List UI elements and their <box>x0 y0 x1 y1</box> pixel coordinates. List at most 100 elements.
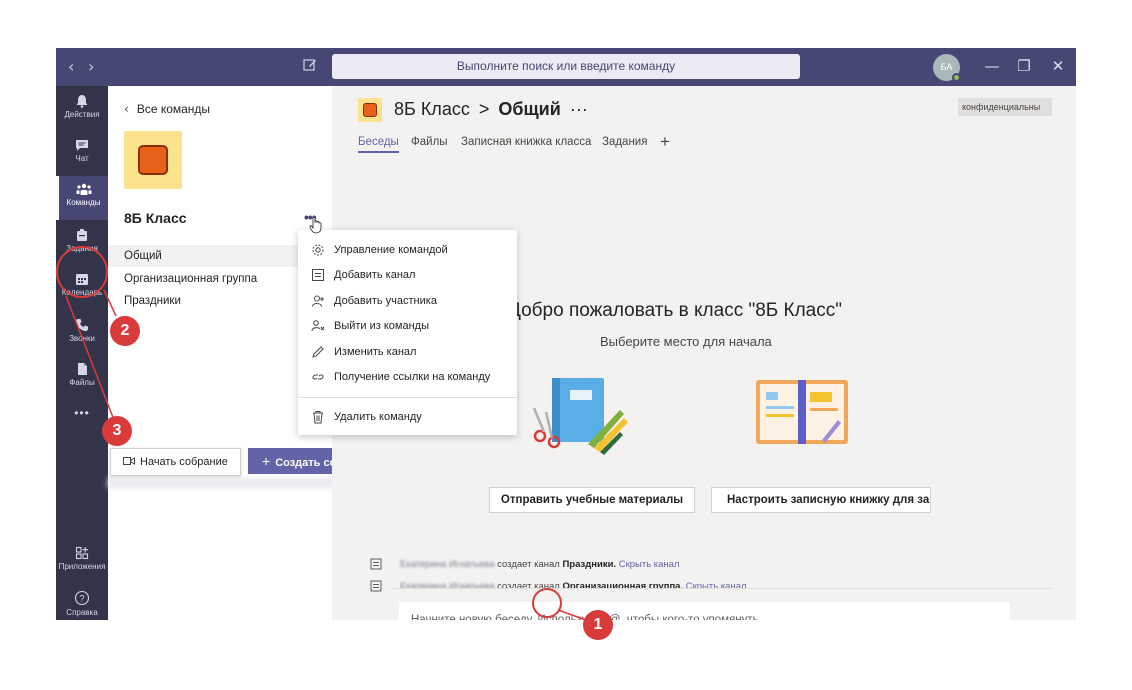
menu-item-label: Добавить канал <box>334 269 416 281</box>
feed-divider <box>392 588 1052 589</box>
menu-divider <box>298 397 517 398</box>
title-bar: ‹ › Выполните поиск или введите команду … <box>56 48 1076 86</box>
feed-channel: Праздники. <box>562 559 617 570</box>
rail-label: Приложения <box>58 562 106 571</box>
breadcrumb-team[interactable]: 8Б Класс <box>394 99 470 119</box>
annotation-marker-3: 3 <box>102 416 132 446</box>
start-meeting-button[interactable]: Начать собрание <box>110 448 241 476</box>
link-icon <box>312 374 324 380</box>
menu-item-label: Удалить команду <box>334 411 422 423</box>
channel-icon <box>312 269 324 281</box>
rail-item-chat[interactable]: Чат <box>56 132 108 176</box>
teams-window: ‹ › Выполните поиск или введите команду … <box>56 48 1076 620</box>
confidential-badge: конфиденциальны <box>958 98 1052 116</box>
phone-icon <box>76 319 88 331</box>
welcome-subtitle: Выберите место для начала <box>600 334 772 349</box>
rail-label: Действия <box>64 110 100 119</box>
rail-label: Файлы <box>69 378 95 387</box>
channel-created-icon <box>370 580 382 592</box>
plus-icon: + <box>262 453 271 469</box>
hide-channel-link[interactable]: Скрыть канал <box>619 559 680 570</box>
maximize-button[interactable]: ❐ <box>1014 56 1034 76</box>
upload-materials-button[interactable]: Отправить учебные материалы <box>489 487 695 513</box>
highlight-ring-meet-now <box>532 588 562 618</box>
team-options-menu: Управление командой Добавить канал Добав… <box>298 230 517 435</box>
menu-get-link[interactable]: Получение ссылки на команду <box>298 365 517 389</box>
rail-label: Справка <box>66 608 98 617</box>
trash-icon <box>313 411 323 424</box>
start-meeting-label: Начать собрание <box>140 456 228 468</box>
channel-breadcrumb: 8Б Класс > Общий ··· <box>394 99 588 120</box>
menu-delete-team[interactable]: Удалить команду <box>298 405 517 429</box>
rail-label: Команды <box>66 198 101 207</box>
menu-add-channel[interactable]: Добавить канал <box>298 263 517 287</box>
all-teams-label: Все команды <box>136 102 211 116</box>
app-rail: Действия Чат Команды Задания Календарь З… <box>56 86 108 620</box>
annotation-marker-1: 1 <box>583 610 613 640</box>
rail-item-apps[interactable]: Приложения <box>56 540 108 584</box>
help-icon: ? <box>74 590 90 606</box>
rail-item-teams[interactable]: Команды <box>56 176 108 220</box>
pencil-icon <box>312 346 324 358</box>
all-teams-link[interactable]: ‹ Все команды <box>124 102 210 116</box>
breadcrumb-channel: Общий <box>498 99 561 119</box>
add-tab-button[interactable]: + <box>660 132 670 152</box>
forward-nav-button[interactable]: › <box>88 57 94 76</box>
rail-label: Звонки <box>69 334 95 343</box>
search-input[interactable]: Выполните поиск или введите команду <box>332 54 800 79</box>
add-person-icon <box>312 295 324 307</box>
rail-label: Чат <box>75 154 89 163</box>
welcome-title: Добро пожаловать в класс "8Б Класс" <box>508 300 842 321</box>
video-camera-icon <box>123 457 135 465</box>
rail-item-files[interactable]: Файлы <box>56 356 108 400</box>
breadcrumb-separator: > <box>478 99 490 119</box>
chevron-left-icon: ‹ <box>124 102 129 116</box>
avatar-initials: БА <box>940 62 953 72</box>
chat-icon <box>76 140 88 151</box>
rail-item-calls[interactable]: Звонки <box>56 312 108 356</box>
bell-icon <box>76 95 88 108</box>
gear-icon <box>312 244 324 256</box>
tab-assignments[interactable]: Задания <box>602 136 647 148</box>
teams-icon <box>76 183 91 195</box>
menu-item-label: Изменить канал <box>334 346 417 358</box>
rail-more-button[interactable]: ••• <box>56 406 108 430</box>
assignments-icon <box>77 229 87 241</box>
feed-author: Екатерина Игнатьева <box>400 559 495 570</box>
svg-text:?: ? <box>79 594 84 604</box>
rail-item-activity[interactable]: Действия <box>56 88 108 132</box>
channel-created-icon <box>370 558 382 570</box>
feed-item: Екатерина Игнатьева создает канал Праздн… <box>400 559 680 570</box>
minimize-button[interactable]: — <box>982 56 1002 76</box>
user-avatar[interactable]: БА <box>933 54 961 82</box>
tab-files[interactable]: Файлы <box>411 136 448 148</box>
menu-item-label: Выйти из команды <box>334 320 430 332</box>
screenshot-stage: ‹ › Выполните поиск или введите команду … <box>0 0 1132 690</box>
menu-item-label: Управление командой <box>334 244 448 256</box>
team-name: 8Б Класс <box>124 210 187 226</box>
tab-conversations[interactable]: Беседы <box>358 136 399 153</box>
apps-icon <box>75 546 89 560</box>
back-nav-button[interactable]: ‹ <box>68 57 74 76</box>
tab-class-notebook[interactable]: Записная книжка класса <box>461 136 591 148</box>
team-logo <box>124 131 182 189</box>
close-button[interactable]: ✕ <box>1048 56 1068 76</box>
feed-action: создает канал <box>497 559 560 570</box>
notebook-scissors-illustration <box>532 378 628 455</box>
open-notebook-illustration <box>756 380 848 444</box>
annotation-marker-2: 2 <box>110 316 140 346</box>
menu-edit-channel[interactable]: Изменить канал <box>298 340 517 364</box>
menu-add-member[interactable]: Добавить участника <box>298 289 517 313</box>
compose-icon[interactable] <box>302 57 318 73</box>
compose-message-input[interactable]: Начните новую беседу. Используйте @, что… <box>399 602 1010 620</box>
setup-notebook-button[interactable]: Настроить записную книжку для зан <box>711 487 931 513</box>
menu-item-label: Получение ссылки на команду <box>334 371 491 383</box>
channel-more-button[interactable]: ··· <box>570 99 588 119</box>
menu-item-label: Добавить участника <box>334 295 437 307</box>
hand-cursor-icon <box>309 216 322 234</box>
leave-icon <box>311 320 325 332</box>
team-logo-small <box>358 98 382 122</box>
menu-manage-team[interactable]: Управление командой <box>298 238 517 262</box>
rail-item-help[interactable]: ? Справка <box>56 584 108 620</box>
menu-leave-team[interactable]: Выйти из команды <box>298 314 517 338</box>
